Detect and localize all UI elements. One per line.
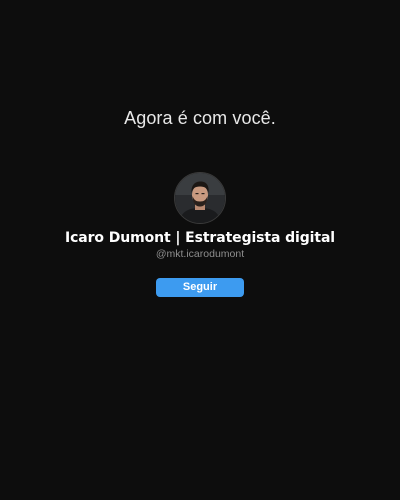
follow-button[interactable]: Seguir	[156, 278, 244, 297]
page-title: Agora é com você.	[124, 108, 276, 128]
avatar[interactable]	[174, 172, 226, 224]
profile-card: Icaro Dumont | Estrategista digital @mkt…	[0, 172, 400, 297]
profile-name[interactable]: Icaro Dumont | Estrategista digital	[65, 230, 335, 246]
profile-photo-icon	[175, 173, 225, 223]
profile-handle[interactable]: @mkt.icarodumont	[156, 248, 244, 260]
